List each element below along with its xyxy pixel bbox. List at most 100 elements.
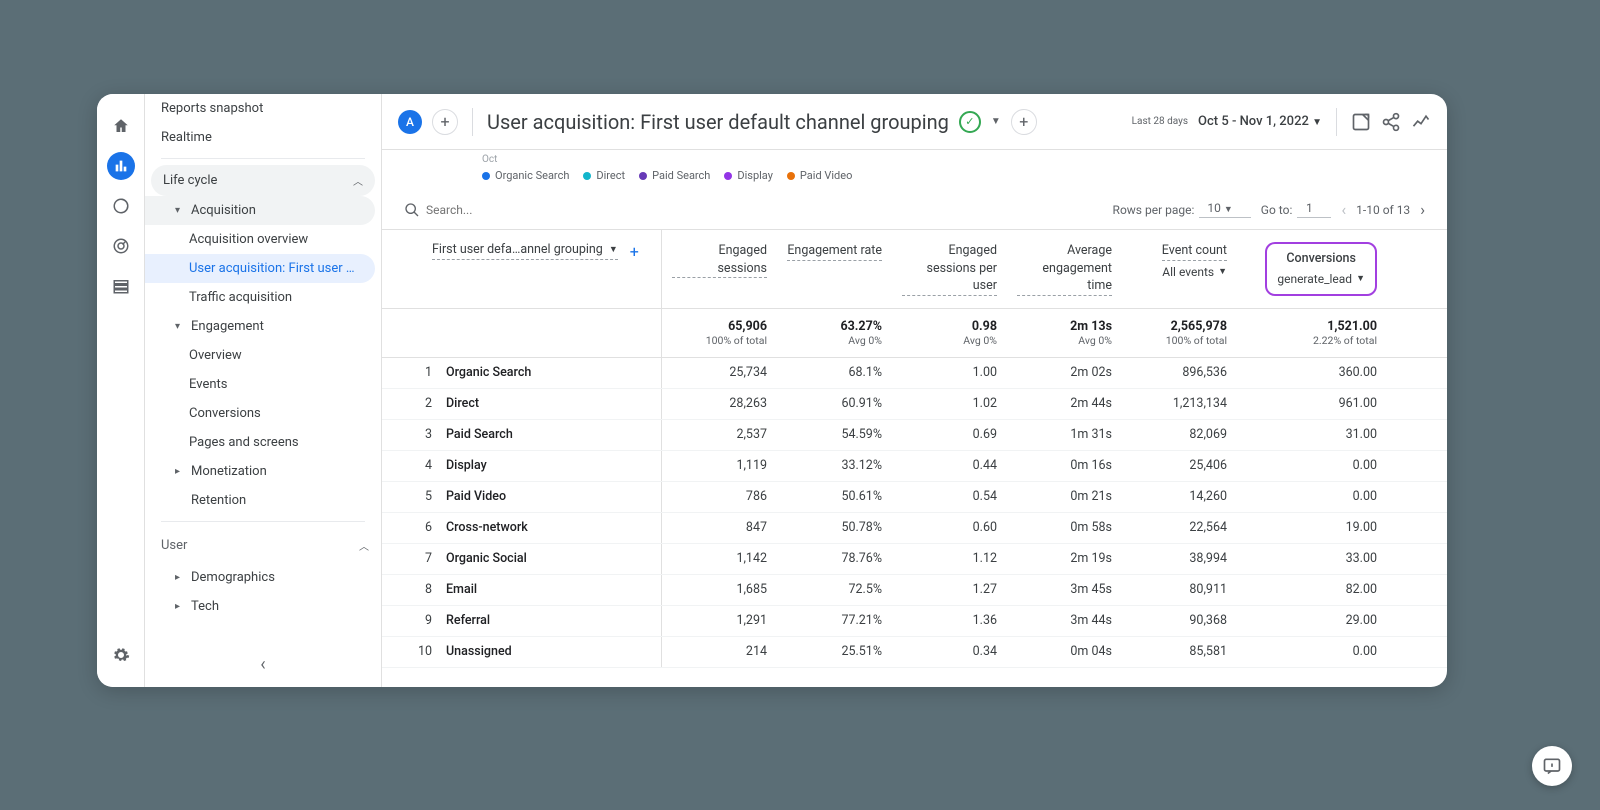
collapse-sidebar-icon[interactable]: ‹ bbox=[260, 654, 265, 675]
sidebar-item-demographics[interactable]: ▸Demographics bbox=[145, 563, 381, 592]
sidebar-item-tech[interactable]: ▸Tech bbox=[145, 592, 381, 621]
sidebar-item-retention[interactable]: Retention bbox=[145, 486, 381, 515]
add-comparison-button[interactable]: + bbox=[432, 109, 458, 135]
col-event-count[interactable]: Event countAll events ▼ bbox=[1122, 230, 1237, 308]
add-dimension-button[interactable]: + bbox=[630, 242, 639, 261]
advertising-icon[interactable] bbox=[107, 232, 135, 260]
life-cycle-label: Life cycle bbox=[163, 173, 217, 188]
cell: 1,142 bbox=[662, 544, 777, 574]
col-engaged-sessions[interactable]: Engaged sessions bbox=[662, 230, 777, 308]
chevron-right-icon: ▸ bbox=[175, 466, 185, 477]
row-index: 9 bbox=[412, 613, 432, 628]
date-range-picker[interactable]: Oct 5 - Nov 1, 2022 ▼ bbox=[1198, 114, 1322, 129]
legend-item[interactable]: Organic Search bbox=[482, 169, 569, 182]
chevron-down-icon[interactable]: ▼ bbox=[991, 116, 1001, 127]
home-icon[interactable] bbox=[107, 112, 135, 140]
goto-page[interactable]: Go to: 1 bbox=[1261, 201, 1332, 218]
check-badge-icon[interactable]: ✓ bbox=[959, 111, 981, 133]
legend-label: Paid Search bbox=[652, 169, 710, 182]
search-input[interactable] bbox=[426, 203, 606, 217]
legend-item[interactable]: Display bbox=[724, 169, 773, 182]
cell: 1.00 bbox=[892, 358, 1007, 388]
conversions-filter[interactable]: generate_lead ▼ bbox=[1277, 272, 1365, 286]
cell: 25,734 bbox=[662, 358, 777, 388]
avatar[interactable]: A bbox=[398, 110, 422, 134]
col-avg-engagement-time[interactable]: Average engagement time bbox=[1007, 230, 1122, 308]
explore-icon[interactable] bbox=[107, 192, 135, 220]
cell: 1,685 bbox=[662, 575, 777, 605]
cell: 77.21% bbox=[777, 606, 892, 636]
table-search[interactable] bbox=[404, 202, 624, 218]
sidebar-section-user[interactable]: User︿ bbox=[145, 528, 381, 563]
cell: 29.00 bbox=[1237, 606, 1387, 636]
legend-item[interactable]: Paid Search bbox=[639, 169, 710, 182]
sidebar-item-engagement[interactable]: ▾Engagement bbox=[145, 312, 381, 341]
sidebar-item-acquisition-overview[interactable]: Acquisition overview bbox=[145, 225, 381, 254]
sidebar-item-traffic-acquisition[interactable]: Traffic acquisition bbox=[145, 283, 381, 312]
table-row[interactable]: 6Cross-network 847 50.78% 0.60 0m 58s 22… bbox=[382, 513, 1447, 544]
cell: 0.60 bbox=[892, 513, 1007, 543]
insights-icon[interactable] bbox=[1411, 112, 1431, 132]
sidebar-item-events[interactable]: Events bbox=[145, 370, 381, 399]
row-index: 8 bbox=[412, 582, 432, 597]
row-index: 2 bbox=[412, 396, 432, 411]
table-row[interactable]: 5Paid Video 786 50.61% 0.54 0m 21s 14,26… bbox=[382, 482, 1447, 513]
table-header: First user defa…annel grouping▼ + Engage… bbox=[382, 230, 1447, 309]
cell: 0m 16s bbox=[1007, 451, 1122, 481]
sidebar-item-acquisition[interactable]: ▾Acquisition bbox=[145, 196, 375, 225]
col-engagement-rate[interactable]: Engagement rate bbox=[777, 230, 892, 308]
sidebar: Reports snapshot Realtime Life cycle︿ ▾A… bbox=[145, 94, 382, 687]
cell: 14,260 bbox=[1122, 482, 1237, 512]
row-name: Email bbox=[446, 582, 477, 597]
date-range-text: Oct 5 - Nov 1, 2022 bbox=[1198, 114, 1309, 129]
event-count-filter[interactable]: All events ▼ bbox=[1162, 265, 1227, 279]
legend-item[interactable]: Direct bbox=[583, 169, 625, 182]
table-row[interactable]: 2Direct 28,263 60.91% 1.02 2m 44s 1,213,… bbox=[382, 389, 1447, 420]
prev-page-icon[interactable]: ‹ bbox=[1341, 200, 1346, 219]
row-index: 7 bbox=[412, 551, 432, 566]
next-page-icon[interactable]: › bbox=[1420, 200, 1425, 219]
sidebar-item-user-acquisition[interactable]: User acquisition: First user … bbox=[145, 254, 375, 283]
table-row[interactable]: 10Unassigned 214 25.51% 0.34 0m 04s 85,5… bbox=[382, 637, 1447, 668]
rows-per-page[interactable]: Rows per page: 10 ▼ bbox=[1113, 201, 1251, 218]
add-button[interactable]: + bbox=[1011, 109, 1037, 135]
sidebar-item-conversions[interactable]: Conversions bbox=[145, 399, 381, 428]
row-name: Paid Search bbox=[446, 427, 513, 442]
share-icon[interactable] bbox=[1381, 112, 1401, 132]
cell: 50.78% bbox=[777, 513, 892, 543]
cell: 896,536 bbox=[1122, 358, 1237, 388]
acquisition-label: Acquisition bbox=[191, 203, 256, 218]
configure-icon[interactable] bbox=[107, 272, 135, 300]
sidebar-item-pages-screens[interactable]: Pages and screens bbox=[145, 428, 381, 457]
customize-report-icon[interactable] bbox=[1351, 112, 1371, 132]
cell: 0.44 bbox=[892, 451, 1007, 481]
user-label: User bbox=[161, 538, 187, 553]
table-row[interactable]: 3Paid Search 2,537 54.59% 0.69 1m 31s 82… bbox=[382, 420, 1447, 451]
legend-item[interactable]: Paid Video bbox=[787, 169, 852, 182]
sidebar-section-life-cycle[interactable]: Life cycle︿ bbox=[151, 165, 375, 196]
reports-icon[interactable] bbox=[107, 152, 135, 180]
cell: 72.5% bbox=[777, 575, 892, 605]
cell: 2,537 bbox=[662, 420, 777, 450]
table-row[interactable]: 8Email 1,685 72.5% 1.27 3m 45s 80,911 82… bbox=[382, 575, 1447, 606]
sidebar-item-engagement-overview[interactable]: Overview bbox=[145, 341, 381, 370]
cell: 847 bbox=[662, 513, 777, 543]
table-row[interactable]: 4Display 1,119 33.12% 0.44 0m 16s 25,406… bbox=[382, 451, 1447, 482]
sidebar-item-realtime[interactable]: Realtime bbox=[145, 123, 381, 152]
tech-label: Tech bbox=[191, 599, 219, 614]
table-row[interactable]: 9Referral 1,291 77.21% 1.36 3m 44s 90,36… bbox=[382, 606, 1447, 637]
sidebar-item-reports-snapshot[interactable]: Reports snapshot bbox=[145, 94, 381, 123]
cell: 2m 02s bbox=[1007, 358, 1122, 388]
col-engaged-sessions-per-user[interactable]: Engaged sessions per user bbox=[892, 230, 1007, 308]
gear-icon[interactable] bbox=[107, 641, 135, 669]
row-name: Paid Video bbox=[446, 489, 506, 504]
feedback-button[interactable] bbox=[1532, 746, 1572, 786]
col-conversions[interactable]: Conversions generate_lead ▼ bbox=[1237, 230, 1387, 308]
row-name: Referral bbox=[446, 613, 490, 628]
nav-rail bbox=[97, 94, 145, 687]
table-row[interactable]: 1Organic Search 25,734 68.1% 1.00 2m 02s… bbox=[382, 358, 1447, 389]
legend-label: Direct bbox=[596, 169, 625, 182]
dimension-picker[interactable]: First user defa…annel grouping▼ bbox=[432, 242, 618, 260]
table-row[interactable]: 7Organic Social 1,142 78.76% 1.12 2m 19s… bbox=[382, 544, 1447, 575]
sidebar-item-monetization[interactable]: ▸Monetization bbox=[145, 457, 381, 486]
